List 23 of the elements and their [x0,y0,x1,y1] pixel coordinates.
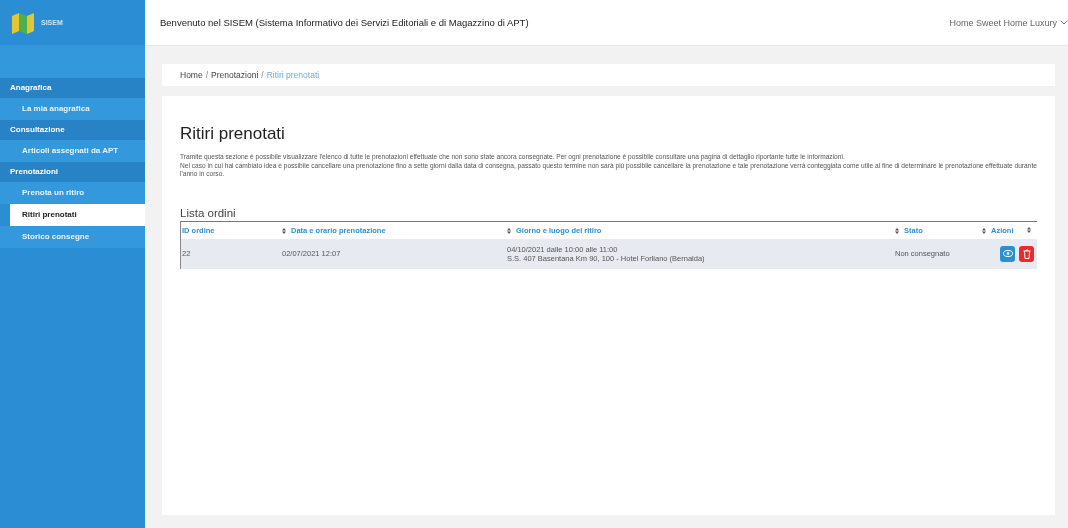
sidebar-section-title: Anagrafica [0,78,145,98]
trash-icon [1022,248,1031,259]
delete-button[interactable] [1019,245,1034,262]
user-menu[interactable]: Home Sweet Home Luxury [949,17,1068,28]
sidebar-item[interactable]: Articoli assegnati da APT [0,140,145,162]
sidebar-section-title: Consultazione [0,120,145,140]
sidebar-item[interactable]: Storico consegne [0,226,145,248]
sidebar-item[interactable]: La mia anagrafica [0,98,145,120]
breadcrumb-link[interactable]: Home [180,70,203,80]
view-button[interactable] [1000,245,1015,262]
header-title: Benvenuto nel SISEM (Sistema Informativo dei Servizi Editoriali e di Magazzino di APT) [160,17,529,28]
breadcrumb-link[interactable]: Prenotazioni [211,70,259,80]
sidebar-item[interactable]: Prenota un ritiro [0,182,145,204]
eye-icon [1002,250,1013,258]
page-title: Ritiri prenotati [180,124,286,144]
breadcrumb-separator: / [205,70,209,80]
breadcrumb-separator: / [261,70,264,80]
sidebar-section-title: Prenotazioni [0,162,145,182]
sort-icon [1027,226,1031,233]
chevron-down-icon [1060,20,1068,25]
table-title: Lista ordini [180,206,1037,222]
breadcrumb-current: Ritiri prenotati [266,70,320,80]
sidebar-item[interactable]: Ritiri prenotati [10,204,145,226]
